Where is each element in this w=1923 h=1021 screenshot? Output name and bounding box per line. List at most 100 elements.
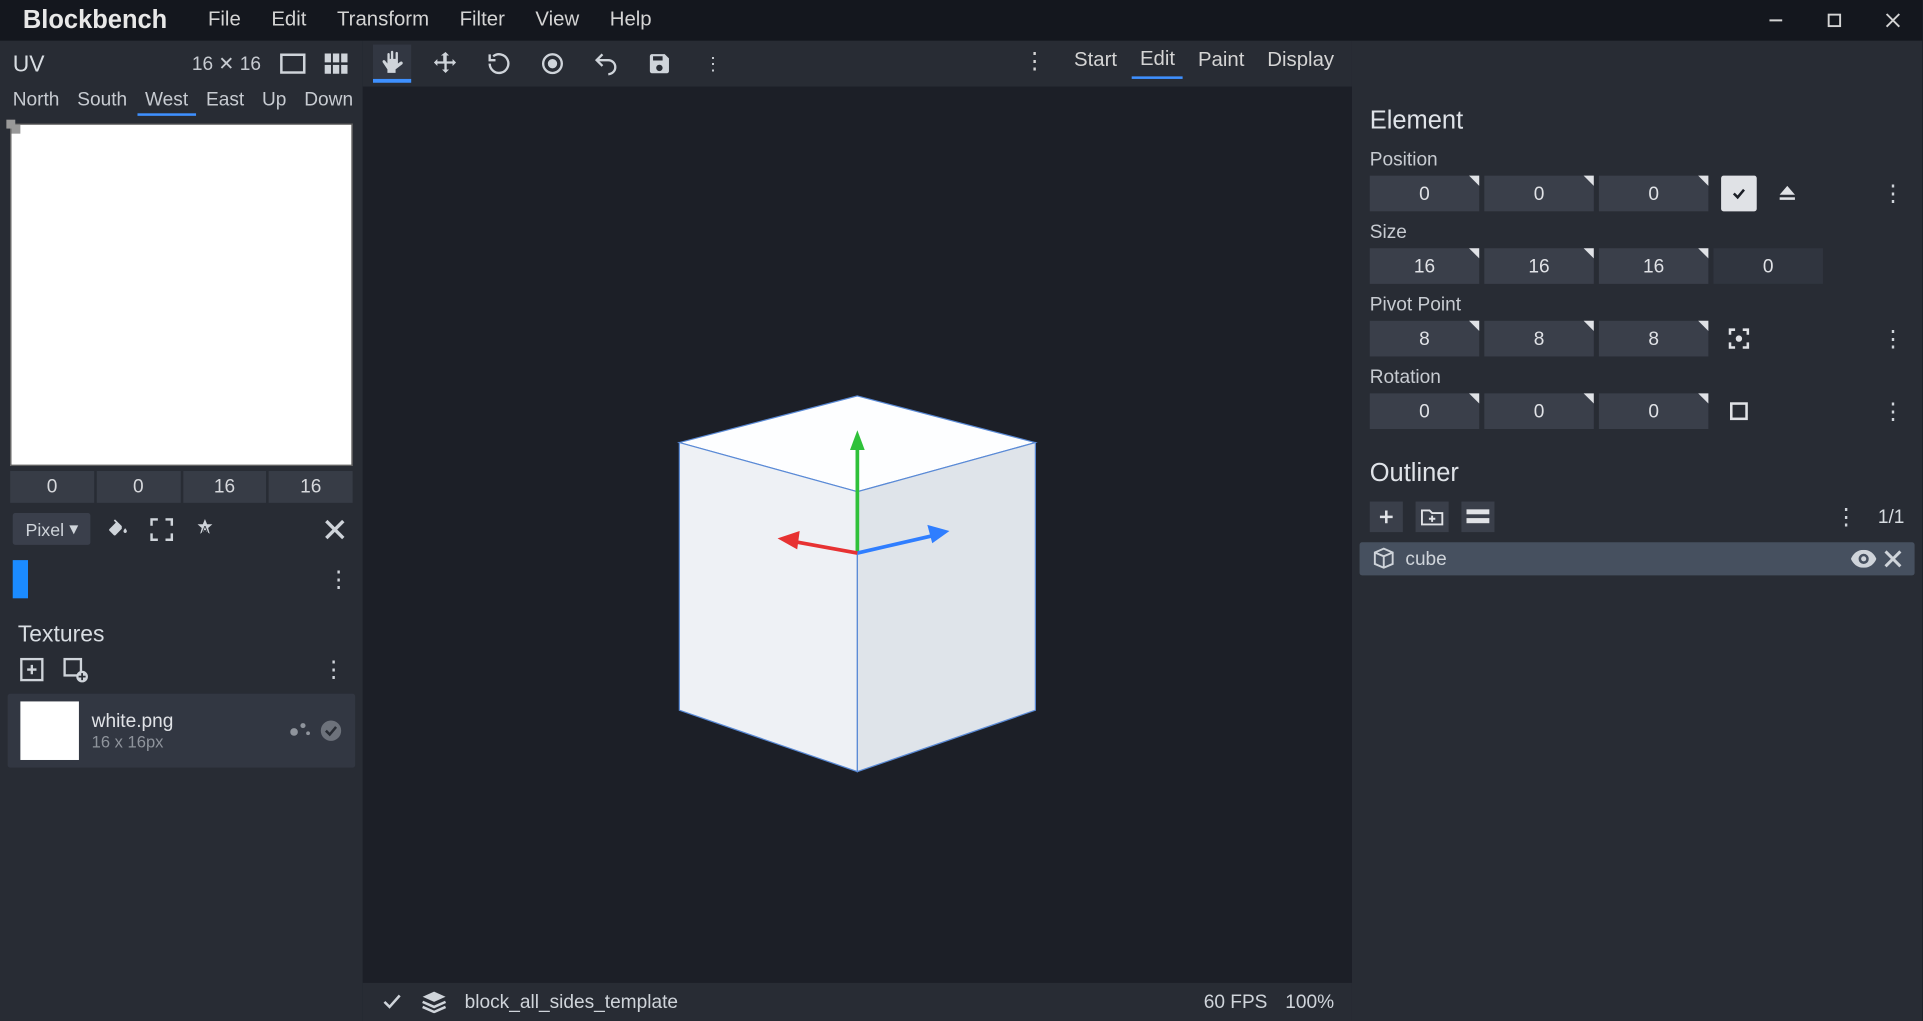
- rotate-tool-icon[interactable]: [480, 45, 518, 83]
- create-texture-icon[interactable]: [61, 656, 89, 684]
- uv-fullscreen-icon[interactable]: [279, 52, 307, 75]
- texture-saved-icon: [320, 719, 343, 742]
- position-label: Position: [1352, 141, 1922, 173]
- toolbar-more-icon[interactable]: ⋮: [694, 45, 732, 83]
- add-group-icon[interactable]: [1416, 502, 1449, 533]
- position-eject-icon[interactable]: [1769, 176, 1805, 212]
- cube-preview: [363, 87, 1352, 983]
- size-y[interactable]: 16: [1484, 248, 1593, 284]
- add-cube-icon[interactable]: [1370, 502, 1403, 533]
- pivot-more-icon[interactable]: ⋮: [1881, 327, 1904, 350]
- uv-face-tabs: North South West East Up Down: [0, 81, 363, 115]
- window-close-button[interactable]: [1864, 0, 1923, 41]
- uv-coords: 0 0 16 16: [10, 471, 352, 503]
- particle-icon[interactable]: [289, 719, 312, 742]
- position-more-icon[interactable]: ⋮: [1881, 182, 1904, 205]
- rotation-toggle-icon[interactable]: [1721, 393, 1757, 429]
- outliner-title: Outliner: [1352, 449, 1922, 494]
- uv-snap-dropdown[interactable]: Pixel▾: [13, 513, 91, 545]
- texture-dimensions: 16 x 16px: [92, 732, 174, 751]
- pivot-tool-icon[interactable]: [533, 45, 571, 83]
- menu-transform[interactable]: Transform: [324, 4, 442, 37]
- size-z[interactable]: 16: [1599, 248, 1708, 284]
- cube-icon: [1372, 547, 1395, 570]
- rotation-z[interactable]: 0: [1599, 393, 1708, 429]
- viewport-3d[interactable]: [363, 87, 1352, 983]
- pivot-z[interactable]: 8: [1599, 321, 1708, 357]
- visibility-icon[interactable]: [1851, 550, 1876, 568]
- uv-y1[interactable]: 0: [96, 471, 180, 503]
- status-project-name: block_all_sides_template: [465, 991, 678, 1013]
- uv-x1[interactable]: 0: [10, 471, 94, 503]
- color-swatch[interactable]: [13, 560, 28, 598]
- uv-more-icon[interactable]: ⋮: [327, 568, 350, 591]
- remove-icon[interactable]: [1884, 550, 1902, 568]
- rotation-y[interactable]: 0: [1484, 393, 1593, 429]
- mode-more-icon[interactable]: ⋮: [1015, 45, 1053, 78]
- outliner-toggle-icon[interactable]: [1461, 502, 1494, 533]
- uv-grid-icon[interactable]: [322, 52, 350, 75]
- uv-x2[interactable]: 16: [183, 471, 267, 503]
- menu-file[interactable]: File: [195, 4, 253, 37]
- size-inflate[interactable]: 0: [1713, 248, 1822, 284]
- mode-start[interactable]: Start: [1066, 45, 1124, 78]
- texture-item[interactable]: white.png 16 x 16px: [8, 694, 356, 768]
- menu-help[interactable]: Help: [597, 4, 664, 37]
- face-west[interactable]: West: [137, 87, 195, 116]
- mode-edit[interactable]: Edit: [1132, 43, 1182, 79]
- status-valid-icon: [381, 990, 404, 1013]
- position-lock-icon[interactable]: [1721, 176, 1757, 212]
- rotation-more-icon[interactable]: ⋮: [1881, 400, 1904, 423]
- status-bar: block_all_sides_template 60 FPS 100%: [363, 983, 1352, 1021]
- menu-filter[interactable]: Filter: [447, 4, 518, 37]
- save-icon[interactable]: [640, 45, 678, 83]
- face-down[interactable]: Down: [297, 87, 361, 116]
- face-east[interactable]: East: [198, 87, 251, 116]
- rotation-x[interactable]: 0: [1370, 393, 1479, 429]
- face-up[interactable]: Up: [254, 87, 294, 116]
- menu-edit[interactable]: Edit: [259, 4, 320, 37]
- window-maximize-button[interactable]: [1805, 0, 1864, 41]
- titlebar: Blockbench File Edit Transform Filter Vi…: [0, 0, 1922, 41]
- expand-icon[interactable]: [147, 514, 178, 545]
- textures-title: Textures: [0, 603, 363, 655]
- mode-paint[interactable]: Paint: [1190, 45, 1252, 78]
- face-north[interactable]: North: [5, 87, 67, 116]
- window-minimize-button[interactable]: [1747, 0, 1806, 41]
- import-texture-icon[interactable]: [18, 656, 46, 684]
- pan-tool-icon[interactable]: [373, 45, 411, 83]
- outliner-item-name: cube: [1405, 548, 1446, 570]
- center-pivot-icon[interactable]: [1721, 321, 1757, 357]
- position-z[interactable]: 0: [1599, 176, 1708, 212]
- outliner-item[interactable]: cube: [1360, 542, 1915, 575]
- auto-uv-icon[interactable]: A: [190, 514, 221, 545]
- pivot-x[interactable]: 8: [1370, 321, 1479, 357]
- undo-icon[interactable]: [587, 45, 625, 83]
- uv-panel-title: UV: [13, 50, 45, 77]
- position-y[interactable]: 0: [1484, 176, 1593, 212]
- mode-display[interactable]: Display: [1260, 45, 1342, 78]
- face-south[interactable]: South: [70, 87, 135, 116]
- mode-tabs: ⋮ Start Edit Paint Display: [1015, 43, 1341, 79]
- uv-canvas[interactable]: [10, 123, 352, 465]
- outliner-count: 1/1: [1878, 506, 1905, 528]
- pivot-label: Pivot Point: [1352, 286, 1922, 318]
- menu-view[interactable]: View: [523, 4, 592, 37]
- uv-resolution: 16 ✕ 16: [192, 52, 261, 75]
- chevron-down-icon: ▾: [69, 518, 78, 540]
- status-fps: 60 FPS: [1204, 991, 1268, 1013]
- move-tool-icon[interactable]: [426, 45, 464, 83]
- paint-bucket-icon[interactable]: [104, 514, 135, 545]
- size-x[interactable]: 16: [1370, 248, 1479, 284]
- outliner-more-icon[interactable]: ⋮: [1835, 505, 1858, 528]
- status-layers-icon[interactable]: [421, 990, 446, 1013]
- element-panel-title: Element: [1352, 97, 1922, 142]
- texture-name: white.png: [92, 710, 174, 732]
- pivot-y[interactable]: 8: [1484, 321, 1593, 357]
- status-zoom: 100%: [1285, 991, 1334, 1013]
- textures-more-icon[interactable]: ⋮: [322, 658, 345, 681]
- clear-uv-icon[interactable]: [320, 514, 351, 545]
- center-panel: ⋮ ⋮ Start Edit Paint Display: [363, 41, 1352, 1021]
- position-x[interactable]: 0: [1370, 176, 1479, 212]
- uv-y2[interactable]: 16: [269, 471, 353, 503]
